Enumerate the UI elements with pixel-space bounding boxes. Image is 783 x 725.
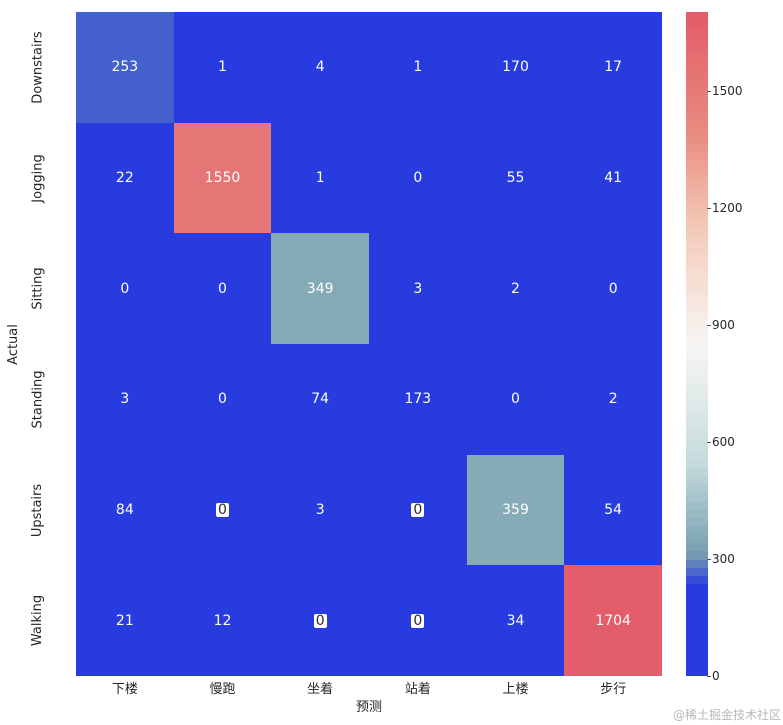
cell-value: 1 (314, 170, 327, 186)
cell-value: 12 (212, 613, 234, 629)
heatmap-cell: 12 (174, 565, 272, 676)
cell-value: 0 (118, 281, 131, 297)
heatmap-cell: 0 (174, 344, 272, 455)
y-axis-label: Actual (6, 12, 20, 676)
watermark-text: @稀土掘金技术社区 (673, 706, 781, 723)
cell-value: 0 (216, 281, 229, 297)
heatmap-cell: 3 (271, 455, 369, 566)
cell-value: 3 (314, 502, 327, 518)
cell-value: 0 (411, 614, 424, 628)
colorbar-tick: 900 (712, 318, 735, 332)
x-tick: 下楼 (76, 678, 174, 698)
cell-value: 2 (607, 391, 620, 407)
cell-value: 1550 (203, 170, 243, 186)
heatmap-cell: 1 (174, 12, 272, 123)
heatmap-cell: 0 (369, 455, 467, 566)
x-tick-labels: 下楼慢跑坐着站着上楼步行 (76, 678, 662, 698)
heatmap-cell: 0 (369, 565, 467, 676)
heatmap-cell: 21 (76, 565, 174, 676)
x-axis-label: 预测 (76, 696, 662, 715)
heatmap-cell: 1550 (174, 123, 272, 234)
colorbar-tick: 1500 (712, 84, 743, 98)
heatmap-cell: 359 (467, 455, 565, 566)
heatmap-cell: 55 (467, 123, 565, 234)
cell-value: 0 (216, 503, 229, 517)
heatmap-cell: 253 (76, 12, 174, 123)
heatmap-cell: 0 (174, 455, 272, 566)
heatmap-cell: 0 (76, 233, 174, 344)
cell-value: 2 (509, 281, 522, 297)
cell-value: 0 (509, 391, 522, 407)
heatmap-cell: 1 (271, 123, 369, 234)
colorbar-tick: 1200 (712, 201, 743, 215)
heatmap-cell: 0 (271, 565, 369, 676)
heatmap-cell: 2 (564, 344, 662, 455)
cell-value: 0 (314, 614, 327, 628)
cell-value: 253 (109, 59, 140, 75)
heatmap-cell: 1704 (564, 565, 662, 676)
heatmap-cell: 41 (564, 123, 662, 234)
cell-value: 21 (114, 613, 136, 629)
x-tick: 步行 (564, 678, 662, 698)
heatmap-cell: 2 (467, 233, 565, 344)
cell-value: 55 (505, 170, 527, 186)
heatmap-cell: 0 (174, 233, 272, 344)
cell-value: 0 (411, 170, 424, 186)
heatmap-cell: 54 (564, 455, 662, 566)
cell-value: 0 (607, 281, 620, 297)
heatmap-cell: 0 (564, 233, 662, 344)
cell-value: 3 (411, 281, 424, 297)
x-tick: 站着 (369, 678, 467, 698)
x-tick: 慢跑 (174, 678, 272, 698)
cell-value: 4 (314, 59, 327, 75)
cell-value: 34 (505, 613, 527, 629)
heatmap-cell: 3 (76, 344, 174, 455)
heatmap-cell: 3 (369, 233, 467, 344)
colorbar (686, 12, 708, 676)
x-tick: 上楼 (467, 678, 565, 698)
cell-value: 349 (305, 281, 336, 297)
colorbar-tick: 600 (712, 435, 735, 449)
heatmap-cell: 17 (564, 12, 662, 123)
cell-value: 0 (411, 503, 424, 517)
cell-value: 84 (114, 502, 136, 518)
confusion-matrix-figure: 2531411701722155010554100349320307417302… (0, 0, 783, 725)
cell-value: 173 (402, 391, 433, 407)
heatmap-cell: 0 (467, 344, 565, 455)
heatmap-cell: 170 (467, 12, 565, 123)
cell-value: 170 (500, 59, 531, 75)
cell-value: 359 (500, 502, 531, 518)
heatmap-cell: 0 (369, 123, 467, 234)
heatmap-cell: 173 (369, 344, 467, 455)
heatmap: 2531411701722155010554100349320307417302… (76, 12, 662, 676)
cell-value: 1 (216, 59, 229, 75)
heatmap-cell: 74 (271, 344, 369, 455)
cell-value: 41 (602, 170, 624, 186)
heatmap-cell: 349 (271, 233, 369, 344)
cell-value: 22 (114, 170, 136, 186)
heatmap-cell: 22 (76, 123, 174, 234)
x-tick: 坐着 (271, 678, 369, 698)
heatmap-cell: 84 (76, 455, 174, 566)
colorbar-tick: 0 (712, 669, 720, 683)
cell-value: 74 (309, 391, 331, 407)
cell-value: 54 (602, 502, 624, 518)
heatmap-grid: 2531411701722155010554100349320307417302… (76, 12, 662, 676)
colorbar-ticks: 0 300 600 900 1200 1500 (712, 12, 762, 676)
cell-value: 3 (118, 391, 131, 407)
heatmap-cell: 1 (369, 12, 467, 123)
cell-value: 17 (602, 59, 624, 75)
colorbar-tick: 300 (712, 552, 735, 566)
cell-value: 1 (411, 59, 424, 75)
heatmap-cell: 34 (467, 565, 565, 676)
cell-value: 1704 (593, 613, 633, 629)
cell-value: 0 (216, 391, 229, 407)
heatmap-cell: 4 (271, 12, 369, 123)
